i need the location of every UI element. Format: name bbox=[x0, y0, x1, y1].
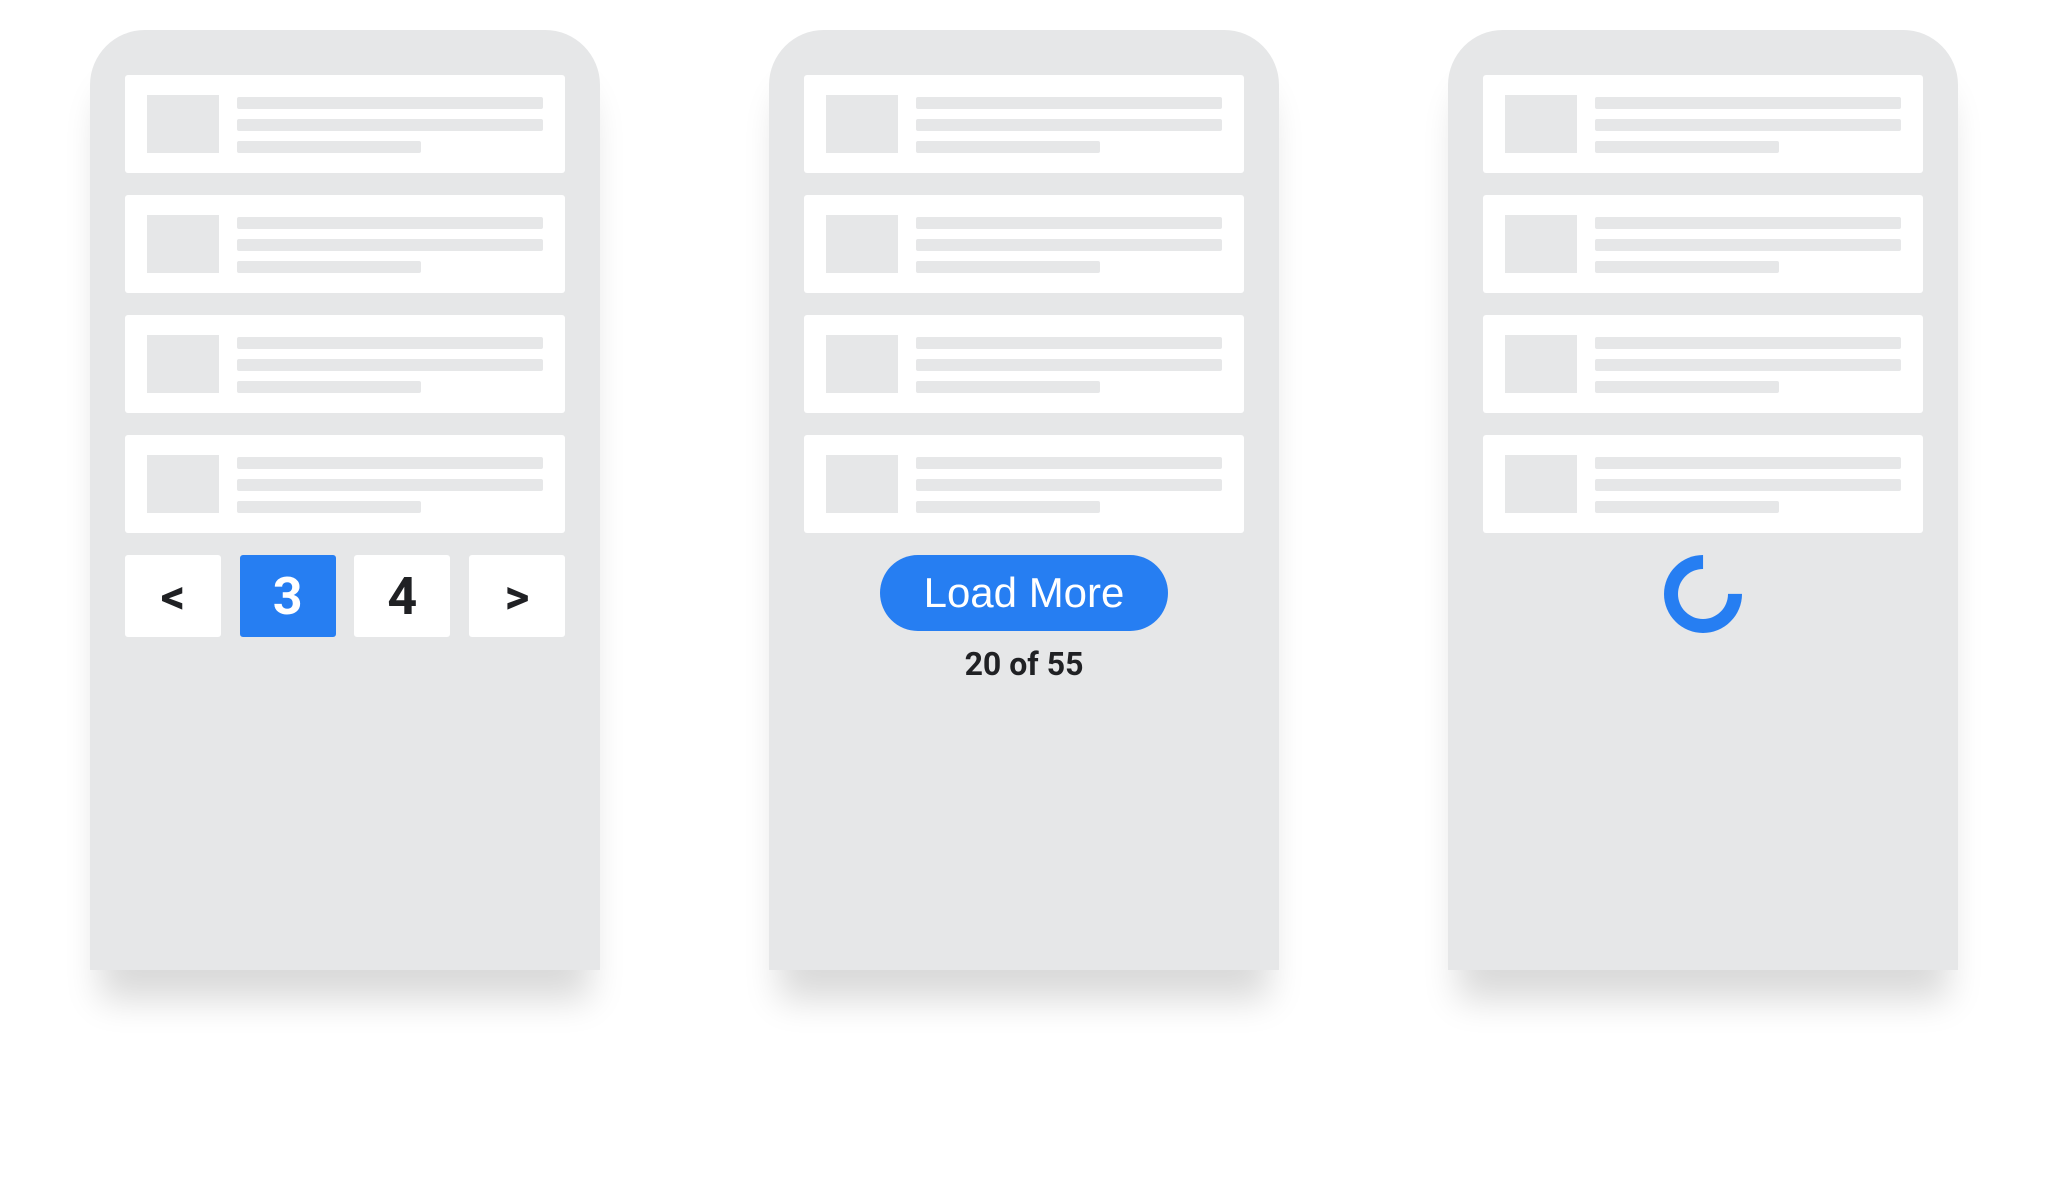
page-number-button-current[interactable]: 3 bbox=[240, 555, 336, 637]
thumbnail-placeholder bbox=[826, 335, 898, 393]
thumbnail-placeholder bbox=[147, 335, 219, 393]
list-item bbox=[804, 315, 1244, 413]
list-item bbox=[1483, 195, 1923, 293]
spinner-icon bbox=[1648, 539, 1758, 649]
device-pagination: < 3 4 > bbox=[90, 30, 600, 970]
thumbnail-placeholder bbox=[1505, 95, 1577, 153]
list-item bbox=[1483, 75, 1923, 173]
load-more-count: 20 of 55 bbox=[965, 645, 1084, 683]
load-more-controls: Load More 20 of 55 bbox=[804, 555, 1244, 683]
text-placeholder bbox=[237, 215, 543, 273]
list-item bbox=[804, 75, 1244, 173]
text-placeholder bbox=[916, 215, 1222, 273]
list-item bbox=[804, 195, 1244, 293]
list-item bbox=[125, 315, 565, 413]
prev-page-button[interactable]: < bbox=[125, 555, 221, 637]
text-placeholder bbox=[916, 95, 1222, 153]
thumbnail-placeholder bbox=[1505, 455, 1577, 513]
list-item bbox=[125, 75, 565, 173]
text-placeholder bbox=[1595, 215, 1901, 273]
text-placeholder bbox=[1595, 455, 1901, 513]
device-infinite-scroll bbox=[1448, 30, 1958, 970]
next-page-button[interactable]: > bbox=[469, 555, 565, 637]
thumbnail-placeholder bbox=[1505, 215, 1577, 273]
list-item bbox=[125, 435, 565, 533]
thumbnail-placeholder bbox=[826, 215, 898, 273]
text-placeholder bbox=[1595, 335, 1901, 393]
list-item bbox=[1483, 435, 1923, 533]
text-placeholder bbox=[916, 455, 1222, 513]
thumbnail-placeholder bbox=[147, 95, 219, 153]
list-item bbox=[1483, 315, 1923, 413]
list-item bbox=[125, 195, 565, 293]
loading-indicator bbox=[1483, 555, 1923, 633]
thumbnail-placeholder bbox=[147, 215, 219, 273]
thumbnail-placeholder bbox=[1505, 335, 1577, 393]
load-more-button[interactable]: Load More bbox=[880, 555, 1169, 631]
thumbnail-placeholder bbox=[826, 455, 898, 513]
list-item bbox=[804, 435, 1244, 533]
text-placeholder bbox=[1595, 95, 1901, 153]
text-placeholder bbox=[916, 335, 1222, 393]
thumbnail-placeholder bbox=[826, 95, 898, 153]
pagination-controls: < 3 4 > bbox=[125, 555, 565, 637]
text-placeholder bbox=[237, 335, 543, 393]
thumbnail-placeholder bbox=[147, 455, 219, 513]
page-number-button[interactable]: 4 bbox=[354, 555, 450, 637]
device-load-more: Load More 20 of 55 bbox=[769, 30, 1279, 970]
text-placeholder bbox=[237, 95, 543, 153]
text-placeholder bbox=[237, 455, 543, 513]
